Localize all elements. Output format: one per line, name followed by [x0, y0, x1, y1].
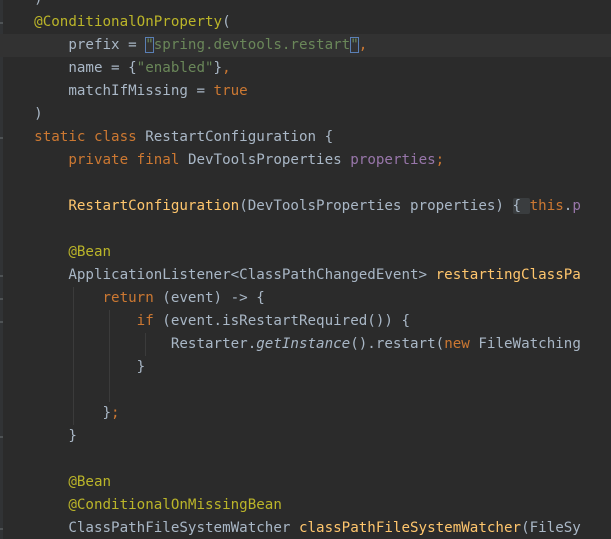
code-line[interactable]: ClassPathFileSystemWatcher classPathFile… — [0, 517, 581, 539]
code-token: , — [358, 37, 368, 53]
code-token: classPathFileSystemWatcher — [298, 520, 522, 536]
fold-marker-icon[interactable] — [0, 528, 3, 530]
code-token: return — [102, 290, 163, 306]
fold-marker-icon[interactable] — [0, 321, 3, 323]
code-token: @ConditionalOnMissingBean — [68, 497, 282, 513]
code-line[interactable]: if (event.isRestartRequired()) { — [0, 310, 410, 333]
code-token: } — [213, 60, 223, 76]
code-token: properties — [350, 152, 436, 168]
code-token: "enabled" — [136, 60, 214, 76]
code-token: @Bean — [68, 474, 112, 490]
code-token: new — [444, 336, 479, 352]
code-token: ClassPathFileSystemWatcher — [0, 520, 299, 536]
code-line[interactable]: RestartConfiguration(DevToolsProperties … — [0, 195, 581, 218]
code-token: p — [572, 198, 581, 214]
code-token: prefix = — [0, 37, 146, 53]
code-line[interactable]: } — [0, 356, 146, 379]
code-token: RestartConfiguration — [68, 198, 240, 214]
code-token: ; — [111, 405, 120, 421]
code-line[interactable]: ApplicationListener<ClassPathChangedEven… — [0, 264, 581, 287]
code-token: , — [222, 60, 231, 76]
code-token: restartingClassPa — [435, 267, 581, 283]
fold-marker-icon[interactable] — [0, 137, 3, 139]
code-token: this — [529, 198, 564, 214]
code-line[interactable]: name = {"enabled"}, — [0, 57, 231, 80]
code-token: } — [0, 359, 146, 375]
code-token: (event) -> { — [162, 290, 265, 306]
code-token: "spring.devtools.restart" — [145, 37, 359, 53]
code-token: RestartConfiguration { — [145, 129, 334, 145]
code-token: static class — [34, 129, 146, 145]
code-line[interactable]: ) — [0, 0, 43, 11]
code-token: ) — [0, 0, 43, 7]
code-line[interactable]: @Bean — [0, 471, 111, 494]
code-token: ().restart( — [350, 336, 445, 352]
code-token: (DevToolsProperties properties) — [239, 198, 513, 214]
folded-code-region[interactable]: { — [512, 198, 530, 214]
code-line[interactable]: }; — [0, 402, 120, 425]
fold-marker-icon[interactable] — [0, 22, 3, 24]
fold-marker-icon[interactable] — [0, 436, 3, 438]
code-token: (FileSy — [521, 520, 581, 536]
code-token: true — [213, 83, 248, 99]
code-token: ApplicationListener<ClassPathChangedEven… — [0, 267, 436, 283]
code-line[interactable]: private final DevToolsProperties propert… — [0, 149, 444, 172]
code-token: } — [0, 428, 77, 444]
code-token: ; — [435, 152, 445, 168]
code-token: ( — [222, 14, 231, 30]
code-line-current[interactable]: prefix = "spring.devtools.restart", — [0, 34, 611, 57]
code-token: @ConditionalOnProperty — [34, 14, 223, 30]
code-token: Restarter. — [0, 336, 257, 352]
fold-marker-icon[interactable] — [0, 298, 3, 300]
code-token: if — [136, 313, 163, 329]
code-token: matchIfMissing = — [0, 83, 214, 99]
code-editor[interactable]: ) @ConditionalOnProperty( prefix = "spri… — [0, 0, 611, 539]
code-line[interactable]: static class RestartConfiguration { — [0, 126, 333, 149]
code-line[interactable]: matchIfMissing = true — [0, 80, 248, 103]
code-line[interactable]: } — [0, 425, 77, 448]
code-line[interactable]: @ConditionalOnMissingBean — [0, 494, 282, 517]
code-line[interactable]: @Bean — [0, 241, 111, 264]
code-token: name = { — [0, 60, 137, 76]
fold-marker-icon[interactable] — [0, 275, 3, 277]
code-line[interactable]: Restarter.getInstance().restart(new File… — [0, 333, 581, 356]
code-token: ) — [0, 106, 43, 122]
code-line[interactable]: return (event) -> { — [0, 287, 265, 310]
code-token: DevToolsProperties — [187, 152, 351, 168]
code-token: @Bean — [68, 244, 112, 260]
code-token: } — [0, 405, 112, 421]
code-token: private final — [68, 152, 188, 168]
code-line[interactable]: @ConditionalOnProperty( — [0, 11, 231, 34]
code-token: getInstance — [256, 336, 351, 352]
code-token: FileWatching — [478, 336, 581, 352]
code-token: (event.isRestartRequired()) { — [162, 313, 411, 329]
code-line[interactable]: ) — [0, 103, 43, 126]
